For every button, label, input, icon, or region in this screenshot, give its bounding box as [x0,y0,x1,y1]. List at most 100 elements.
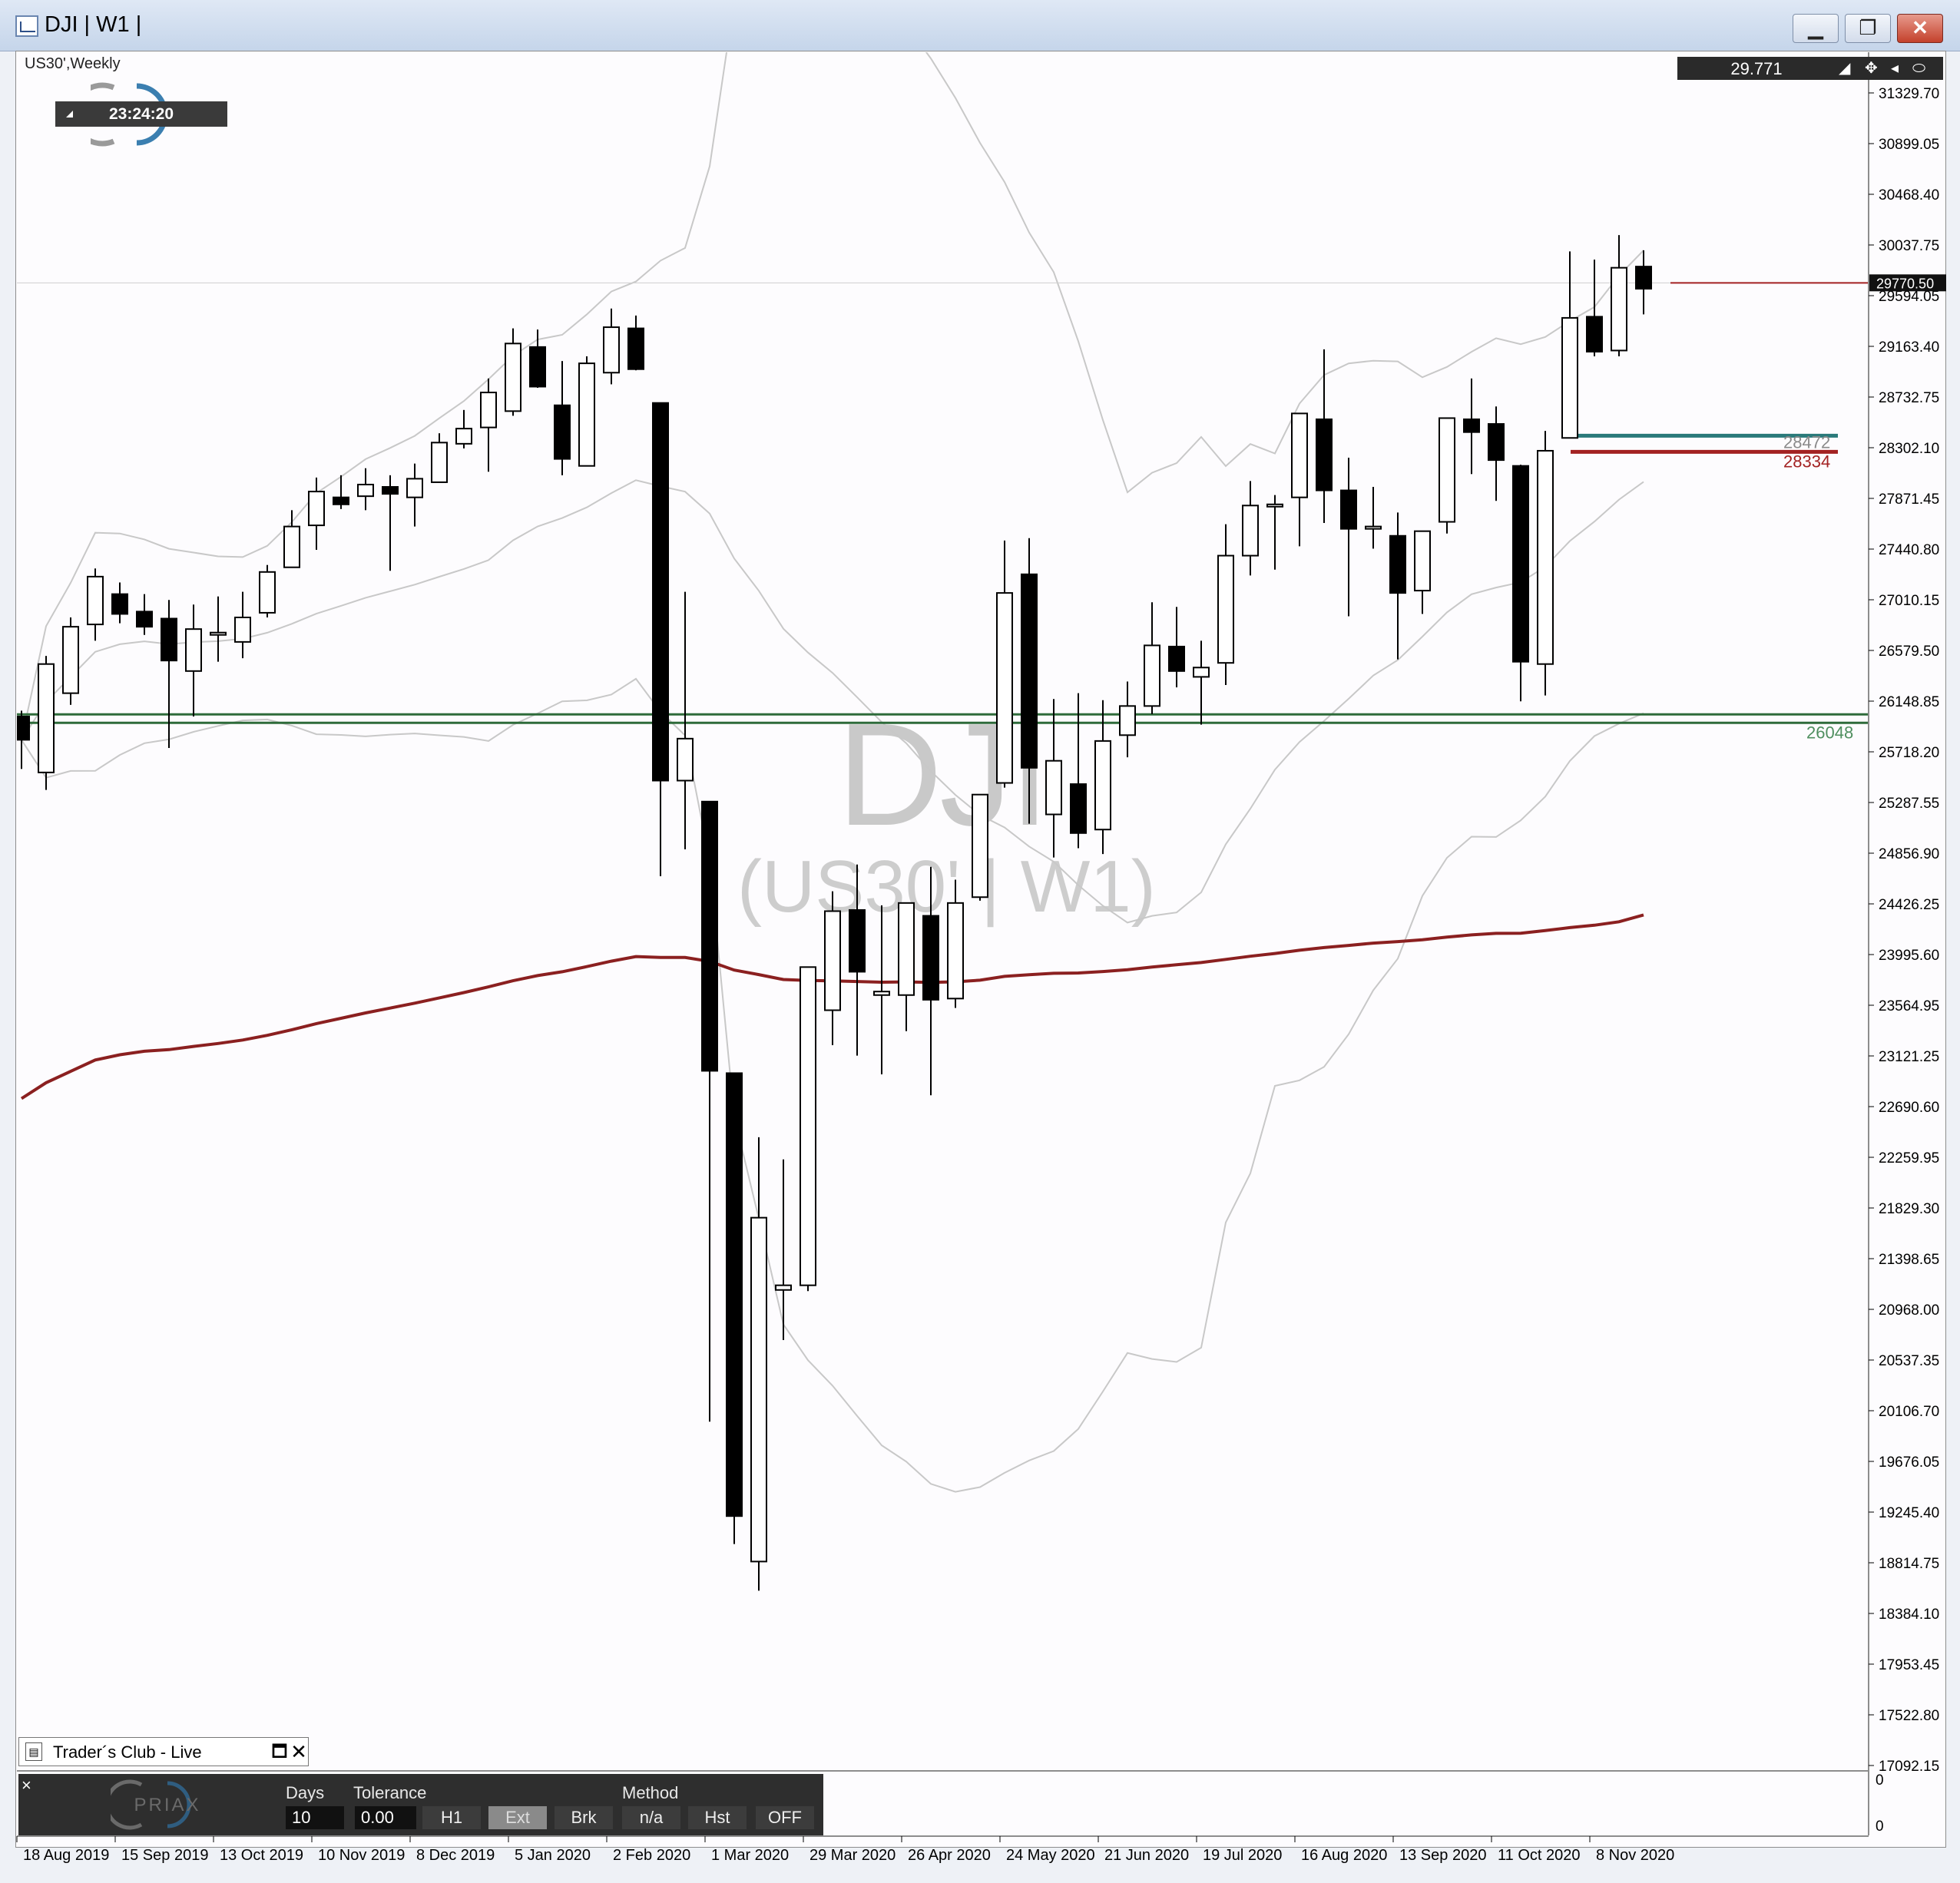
bullish-candle[interactable] [1144,644,1160,707]
bearish-candle[interactable] [1586,316,1603,352]
bullish-candle[interactable] [677,737,694,782]
bullish-candle[interactable] [505,343,521,412]
bullish-candle[interactable] [1045,759,1062,816]
subwindow-tick-label: 0 [1876,1772,1884,1789]
bearish-candle[interactable] [529,346,546,388]
h1-button[interactable]: H1 [422,1806,481,1829]
bearish-candle[interactable] [1316,418,1333,491]
bullish-candle[interactable] [480,392,497,429]
subwindow-tick-label: 0 [1876,1818,1884,1835]
bullish-candle[interactable] [1119,705,1136,736]
bullish-candle[interactable] [455,428,472,445]
bullish-candle[interactable] [38,663,55,773]
bullish-candle[interactable] [431,442,448,483]
price-tick-label: 27010.15 [1879,593,1939,609]
bullish-candle[interactable] [185,628,202,672]
bearish-candle[interactable] [1512,465,1529,663]
bullish-candle[interactable] [357,483,374,498]
bullish-candle[interactable] [62,626,79,694]
bullish-candle[interactable] [1094,740,1111,831]
bullish-candle[interactable] [1266,503,1283,508]
restore-icon[interactable]: 🗖 [270,1741,290,1762]
bullish-candle[interactable] [947,902,964,1000]
bullish-candle[interactable] [603,326,620,374]
bearish-candle[interactable] [1070,783,1087,834]
close-icon[interactable]: ✕ [290,1741,308,1762]
price-tick-label: 28732.75 [1879,390,1939,406]
bullish-candle[interactable] [259,571,276,614]
bullish-candle[interactable] [1365,525,1382,530]
bullish-candle[interactable] [578,362,595,467]
traders-club-tab[interactable]: ▤ Trader´s Club - Live 🗖 ✕ [18,1737,309,1766]
bearish-candle[interactable] [726,1072,743,1517]
bullish-candle[interactable] [1439,417,1455,523]
bearish-candle[interactable] [161,617,177,662]
bullish-candle[interactable] [972,793,988,898]
bullish-candle[interactable] [996,592,1013,784]
bullish-candle[interactable] [1537,449,1554,665]
bearish-candle[interactable] [1463,418,1480,433]
teal-level-label: 28472 [1783,432,1830,452]
tolerance-input[interactable]: 0.00 [355,1806,416,1829]
panel-close-button[interactable]: × [22,1775,31,1795]
bearish-candle[interactable] [14,716,30,741]
brk-button[interactable]: Brk [555,1806,613,1829]
bearish-candle[interactable] [1340,489,1357,530]
bullish-candle[interactable] [210,631,227,636]
bearish-candle[interactable] [333,496,349,505]
bollinger-upper-band [21,52,1644,740]
bullish-candle[interactable] [87,575,104,626]
bullish-candle[interactable] [1414,530,1431,592]
bearish-candle[interactable] [111,593,128,615]
bullish-candle[interactable] [775,1284,792,1291]
price-chart[interactable]: 2847228334 26048 31329.70 30899.05 30468.40 3… [0,0,1960,1883]
bearish-candle[interactable] [1389,534,1406,594]
bearish-candle[interactable] [1635,266,1652,290]
bullish-candle[interactable] [308,491,325,527]
bearish-candle[interactable] [1488,423,1505,462]
bullish-candle[interactable] [406,478,423,498]
bullish-candle[interactable] [800,966,816,1286]
tolerance-label: Tolerance [353,1783,427,1802]
bearish-candle[interactable] [382,486,399,495]
time-tick-label: 21 Jun 2020 [1104,1847,1189,1864]
bullish-candle[interactable] [824,910,841,1011]
bullish-candle[interactable] [873,991,890,996]
bullish-candle[interactable] [1242,505,1259,557]
days-input[interactable]: 10 [286,1806,344,1829]
bullish-candle[interactable] [750,1216,767,1563]
arrow-left-icon[interactable]: ◂ [1891,57,1899,80]
method-na-button[interactable]: n/a [622,1806,680,1829]
hst-button[interactable]: Hst [688,1806,747,1829]
bearish-candle[interactable] [849,908,866,973]
time-tick-label: 15 Sep 2019 [121,1847,208,1864]
bearish-candle[interactable] [652,402,669,782]
time-tick-label: 18 Aug 2019 [23,1847,109,1864]
bullish-candle[interactable] [1193,667,1210,678]
bearish-candle[interactable] [922,915,939,1001]
off-button[interactable]: OFF [756,1806,814,1829]
bearish-candle[interactable] [627,327,644,370]
bullish-candle[interactable] [1291,412,1308,498]
bearish-candle[interactable] [554,404,571,460]
time-tick-label: 10 Nov 2019 [318,1847,405,1864]
bearish-candle[interactable] [1021,573,1038,769]
ext-button[interactable]: Ext [488,1806,547,1829]
time-tick-label: 5 Jan 2020 [515,1847,591,1864]
bullish-candle[interactable] [898,902,915,996]
price-tick-label: 29163.40 [1879,339,1939,356]
bullish-candle[interactable] [1611,266,1627,352]
pivot-control-panel: × PRIAX Days Tolerance Method 10 0.00 H1… [18,1774,823,1835]
move-icon[interactable]: ✥ [1865,57,1878,80]
bullish-candle[interactable] [283,525,300,568]
toggle-icon[interactable]: ⬭ [1912,57,1925,80]
bearish-candle[interactable] [701,800,718,1072]
bullish-candle[interactable] [1217,554,1234,664]
spread-controls[interactable]: ◢ ✥ ◂ ⬭ [1836,57,1943,80]
bullish-candle[interactable] [1561,316,1578,439]
bearish-candle[interactable] [1168,645,1185,672]
bearish-candle[interactable] [136,611,153,628]
bullish-candle[interactable] [234,616,251,643]
green-level-label: 26048 [1806,723,1853,742]
spread-drag-handle-icon[interactable]: ◢ [1839,57,1850,80]
